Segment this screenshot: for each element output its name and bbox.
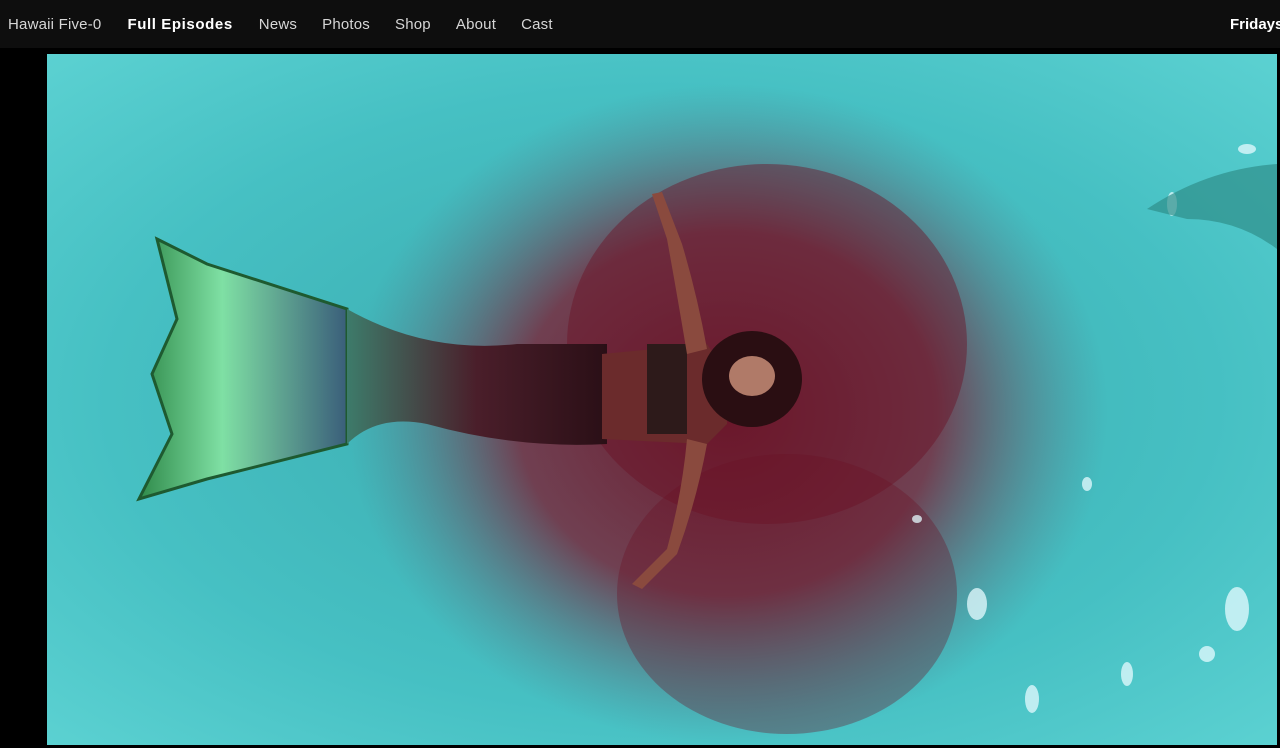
- nav-photos[interactable]: Photos: [322, 16, 370, 33]
- nav-cast[interactable]: Cast: [521, 16, 553, 33]
- mermaid-face: [729, 356, 775, 396]
- nav-news[interactable]: News: [259, 16, 297, 33]
- nav-about[interactable]: About: [456, 16, 496, 33]
- mermaid-top: [647, 344, 687, 434]
- air-schedule-text: Fridays: [1230, 15, 1280, 33]
- nav-full-episodes[interactable]: Full Episodes: [127, 16, 232, 33]
- video-player[interactable]: [47, 54, 1277, 745]
- blood-cloud-lower: [617, 454, 957, 734]
- top-navigation-bar: Hawaii Five-0 Full Episodes News Photos …: [0, 0, 1280, 48]
- nav-shop[interactable]: Shop: [395, 16, 431, 33]
- video-frame: [47, 54, 1277, 745]
- show-title-link[interactable]: Hawaii Five-0: [8, 16, 101, 33]
